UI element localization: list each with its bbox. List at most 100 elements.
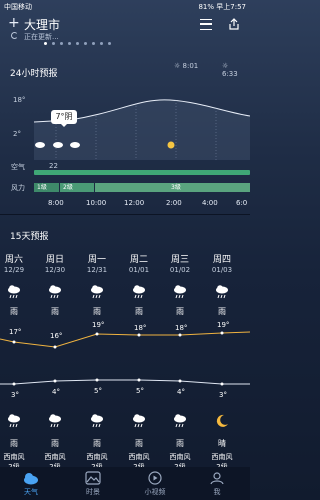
tab-short-video[interactable]: 小视频 <box>124 467 186 500</box>
day-forecast-column[interactable]: 周二 01/01 雨 <box>120 252 158 317</box>
night-forecast: 雨西南风2级 <box>161 413 199 472</box>
night-forecast: 雨西南风2级 <box>0 413 33 472</box>
page-dot <box>92 42 95 45</box>
page-dot <box>76 42 79 45</box>
hour-label: 10:00 <box>86 199 107 207</box>
current-temp-bubble: 7°阴 <box>51 110 77 127</box>
wind-level-3: 3级 <box>95 183 250 192</box>
update-status: 正在更新... <box>24 33 59 41</box>
wind-level-2: 2级 <box>60 183 94 192</box>
wind-label: 风力 <box>11 184 25 192</box>
day-date: 01/03 <box>211 266 233 274</box>
day-forecast-column[interactable]: 周日 12/30 雨 <box>36 252 74 317</box>
day-name: 周一 <box>87 255 106 265</box>
rain-icon <box>203 284 241 302</box>
day-forecast-column[interactable]: 周三 01/02 雨 <box>161 252 199 317</box>
low-temp-line <box>0 379 250 385</box>
tab-scenery[interactable]: 时景 <box>62 467 124 500</box>
sun-icon <box>167 141 175 149</box>
tab-label: 我 <box>213 488 221 496</box>
bottom-tab-bar: 天气 时景 小视频 我 <box>0 467 250 500</box>
page-dot <box>68 42 71 45</box>
rain-icon <box>36 413 74 433</box>
page-dot-active <box>44 42 47 45</box>
weather-icon <box>24 473 38 485</box>
tab-label: 天气 <box>24 488 38 496</box>
page-dot <box>100 42 103 45</box>
rain-icon <box>120 284 158 302</box>
sunset-value: 6:33 <box>222 70 238 78</box>
daily-temp-chart <box>0 331 250 386</box>
aqi-value: 22 <box>49 162 58 170</box>
rain-icon <box>0 284 33 302</box>
night-forecast: 雨西南风2级 <box>36 413 74 472</box>
night-condition: 雨 <box>93 439 101 448</box>
aqi-bar <box>34 170 250 175</box>
night-forecast: 雨西南风2级 <box>120 413 158 472</box>
day-date: 01/02 <box>169 266 191 274</box>
night-condition: 雨 <box>10 439 18 448</box>
video-icon <box>148 471 162 485</box>
day-forecast-column[interactable]: 周六 12/29 雨 <box>0 252 33 317</box>
tab-label: 小视频 <box>144 488 166 496</box>
hourly-forecast-header: 24小时预报 ☼ 8:01 ☼ 6:33 <box>10 61 242 79</box>
scenery-icon <box>85 471 101 485</box>
hour-label: 4:00 <box>202 199 218 207</box>
menu-icon[interactable] <box>200 19 212 30</box>
hourly-chart[interactable] <box>0 82 250 212</box>
night-forecast: 晴西南风2级 <box>203 413 241 472</box>
sunrise-time: ☼ 8:01 <box>174 62 199 70</box>
wind-level-1: 1级 <box>34 183 59 192</box>
day-condition: 雨 <box>10 307 18 316</box>
high-temp-line <box>0 331 250 348</box>
day-name: 周六 <box>4 255 23 265</box>
night-forecast: 雨西南风2级 <box>78 413 116 472</box>
day-forecast-column[interactable]: 周四 01/03 雨 <box>203 252 241 317</box>
status-bar: 中国移动 81% 早上7:57 <box>0 0 250 14</box>
tab-label: 时景 <box>86 488 100 496</box>
day-date: 12/30 <box>44 266 66 274</box>
sunrise-value: 8:01 <box>182 62 199 70</box>
day-name: 周四 <box>212 255 231 265</box>
day-condition: 雨 <box>51 307 59 316</box>
profile-icon <box>210 472 224 485</box>
hour-label: 6:0 <box>236 199 248 207</box>
cloudy-icon <box>35 142 80 148</box>
day-date: 01/01 <box>128 266 150 274</box>
rain-icon <box>36 284 74 302</box>
page-indicator <box>44 42 144 46</box>
page-dot <box>108 42 111 45</box>
tab-weather[interactable]: 天气 <box>0 467 62 500</box>
day-name: 周三 <box>170 255 189 265</box>
day-date: 12/29 <box>3 266 25 274</box>
day-date: 12/31 <box>86 266 108 274</box>
day-forecast-column[interactable]: 周一 12/31 雨 <box>78 252 116 317</box>
sunset-time: ☼ 6:33 <box>222 62 238 78</box>
hour-label: 2:00 <box>166 199 182 207</box>
add-city-button[interactable]: + <box>8 15 20 31</box>
carrier-label: 中国移动 <box>4 3 32 11</box>
clock: 早上7:57 <box>216 3 246 11</box>
rain-icon <box>0 413 33 433</box>
day-name: 周日 <box>45 255 64 265</box>
rain-icon <box>161 413 199 433</box>
day-name: 周二 <box>129 255 148 265</box>
moon-icon <box>203 413 241 433</box>
day-condition: 雨 <box>93 307 101 316</box>
wind-direction: 西南风 <box>211 453 233 461</box>
page-dot <box>84 42 87 45</box>
night-condition: 雨 <box>176 439 184 448</box>
city-header: + 大理市 正在更新... <box>8 15 242 45</box>
wind-direction: 西南风 <box>86 453 108 461</box>
refresh-icon <box>11 32 18 39</box>
day-condition: 雨 <box>135 307 143 316</box>
share-icon[interactable] <box>228 18 240 30</box>
rain-icon <box>78 413 116 433</box>
tab-profile[interactable]: 我 <box>186 467 248 500</box>
rain-icon <box>161 284 199 302</box>
day-condition: 雨 <box>218 307 226 316</box>
hour-label: 12:00 <box>124 199 145 207</box>
page-dot <box>60 42 63 45</box>
hour-label: 8:00 <box>48 199 64 207</box>
daily-forecast-title: 15天预报 <box>10 232 49 242</box>
